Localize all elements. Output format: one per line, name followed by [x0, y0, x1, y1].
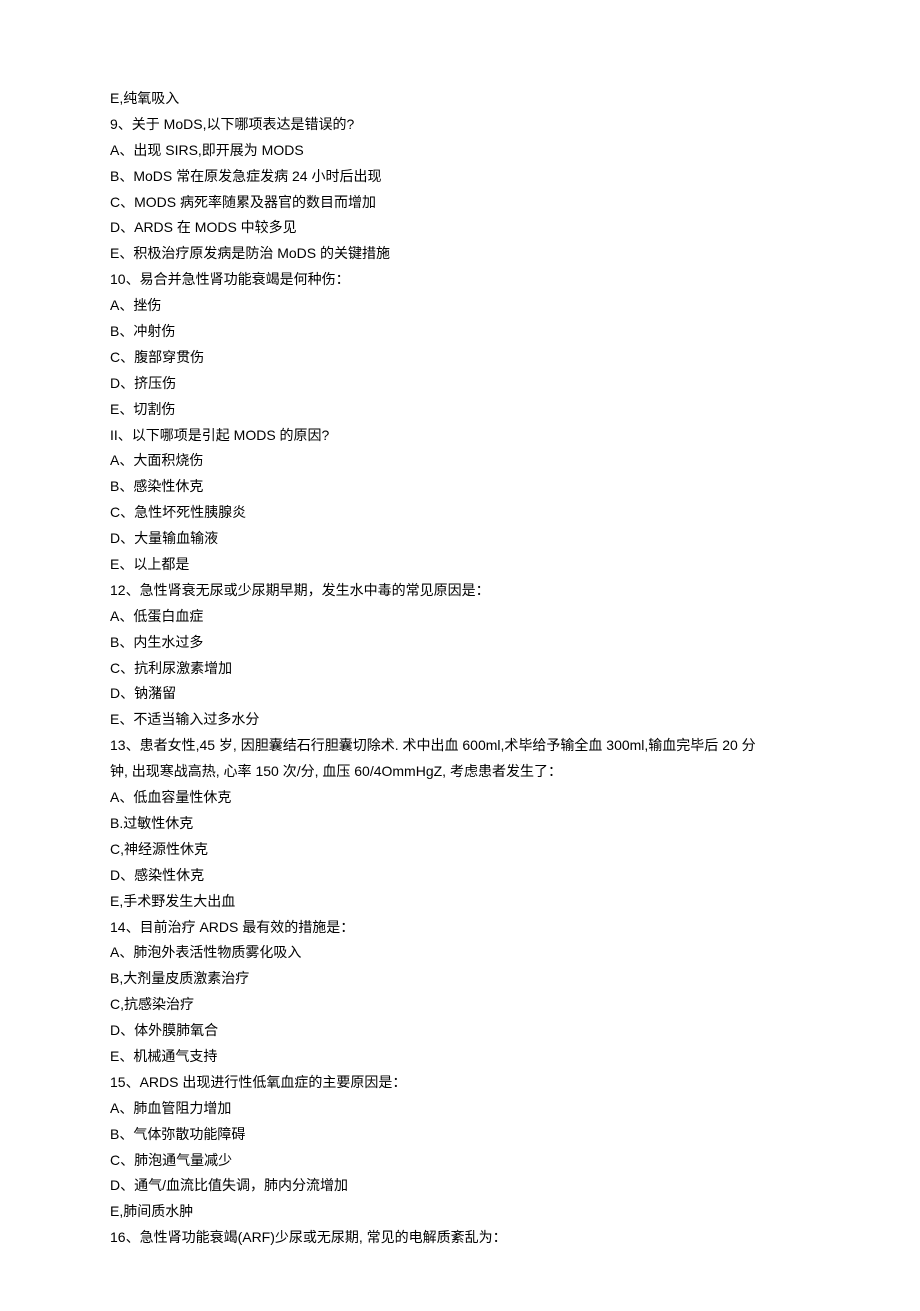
text-line: A、出现 SIRS,即开展为 MODS: [110, 138, 810, 164]
text-line: 16、急性肾功能衰竭(ARF)少尿或无尿期, 常见的电解质紊乱为：: [110, 1225, 810, 1251]
text-line: B,大剂量皮质激素治疗: [110, 966, 810, 992]
text-line: B、感染性休克: [110, 474, 810, 500]
text-line: E、以上都是: [110, 552, 810, 578]
text-line: C,抗感染治疗: [110, 992, 810, 1018]
text-line: 钟, 出现寒战高热, 心率 150 次/分, 血压 60/4OmmHgZ, 考虑…: [110, 759, 810, 785]
text-line: A、低血容量性休克: [110, 785, 810, 811]
text-line: A、大面积烧伤: [110, 448, 810, 474]
text-line: D、感染性休克: [110, 863, 810, 889]
text-line: C、急性坏死性胰腺炎: [110, 500, 810, 526]
text-line: D、体外膜肺氧合: [110, 1018, 810, 1044]
text-line: 14、目前治疗 ARDS 最有效的措施是：: [110, 915, 810, 941]
text-line: D、大量输血输液: [110, 526, 810, 552]
text-line: B、冲射伤: [110, 319, 810, 345]
text-line: E,肺间质水肿: [110, 1199, 810, 1225]
text-line: A、挫伤: [110, 293, 810, 319]
text-line: E、机械通气支持: [110, 1044, 810, 1070]
text-line: A、肺泡外表活性物质雾化吸入: [110, 940, 810, 966]
text-line: D、ARDS 在 MODS 中较多见: [110, 215, 810, 241]
text-line: B、MoDS 常在原发急症发病 24 小时后出现: [110, 164, 810, 190]
text-line: 9、关于 MoDS,以下哪项表达是错误的?: [110, 112, 810, 138]
text-line: C,神经源性休克: [110, 837, 810, 863]
text-line: E、不适当输入过多水分: [110, 707, 810, 733]
text-line: II、以下哪项是引起 MODS 的原因?: [110, 423, 810, 449]
text-line: E,手术野发生大出血: [110, 889, 810, 915]
text-line: 10、易合并急性肾功能衰竭是何种伤：: [110, 267, 810, 293]
text-line: C、肺泡通气量减少: [110, 1148, 810, 1174]
text-line: D、挤压伤: [110, 371, 810, 397]
text-line: B、气体弥散功能障碍: [110, 1122, 810, 1148]
text-line: 15、ARDS 出现进行性低氧血症的主要原因是：: [110, 1070, 810, 1096]
text-line: B、内生水过多: [110, 630, 810, 656]
text-line: B.过敏性休克: [110, 811, 810, 837]
text-line: C、腹部穿贯伤: [110, 345, 810, 371]
text-line: E、切割伤: [110, 397, 810, 423]
text-line: C、MODS 病死率随累及器官的数目而增加: [110, 190, 810, 216]
text-line: A、肺血管阻力增加: [110, 1096, 810, 1122]
document-page: E,纯氧吸入9、关于 MoDS,以下哪项表达是错误的?A、出现 SIRS,即开展…: [0, 0, 920, 1311]
text-line: D、通气/血流比值失调，肺内分流增加: [110, 1173, 810, 1199]
text-line: C、抗利尿激素增加: [110, 656, 810, 682]
text-line: D、钠潴留: [110, 681, 810, 707]
text-line: E、积极治疗原发病是防治 MoDS 的关键措施: [110, 241, 810, 267]
text-line: 12、急性肾衰无尿或少尿期早期，发生水中毒的常见原因是：: [110, 578, 810, 604]
text-line: E,纯氧吸入: [110, 86, 810, 112]
text-line: 13、患者女性,45 岁, 因胆囊结石行胆囊切除术. 术中出血 600ml,术毕…: [110, 733, 810, 759]
text-line: A、低蛋白血症: [110, 604, 810, 630]
